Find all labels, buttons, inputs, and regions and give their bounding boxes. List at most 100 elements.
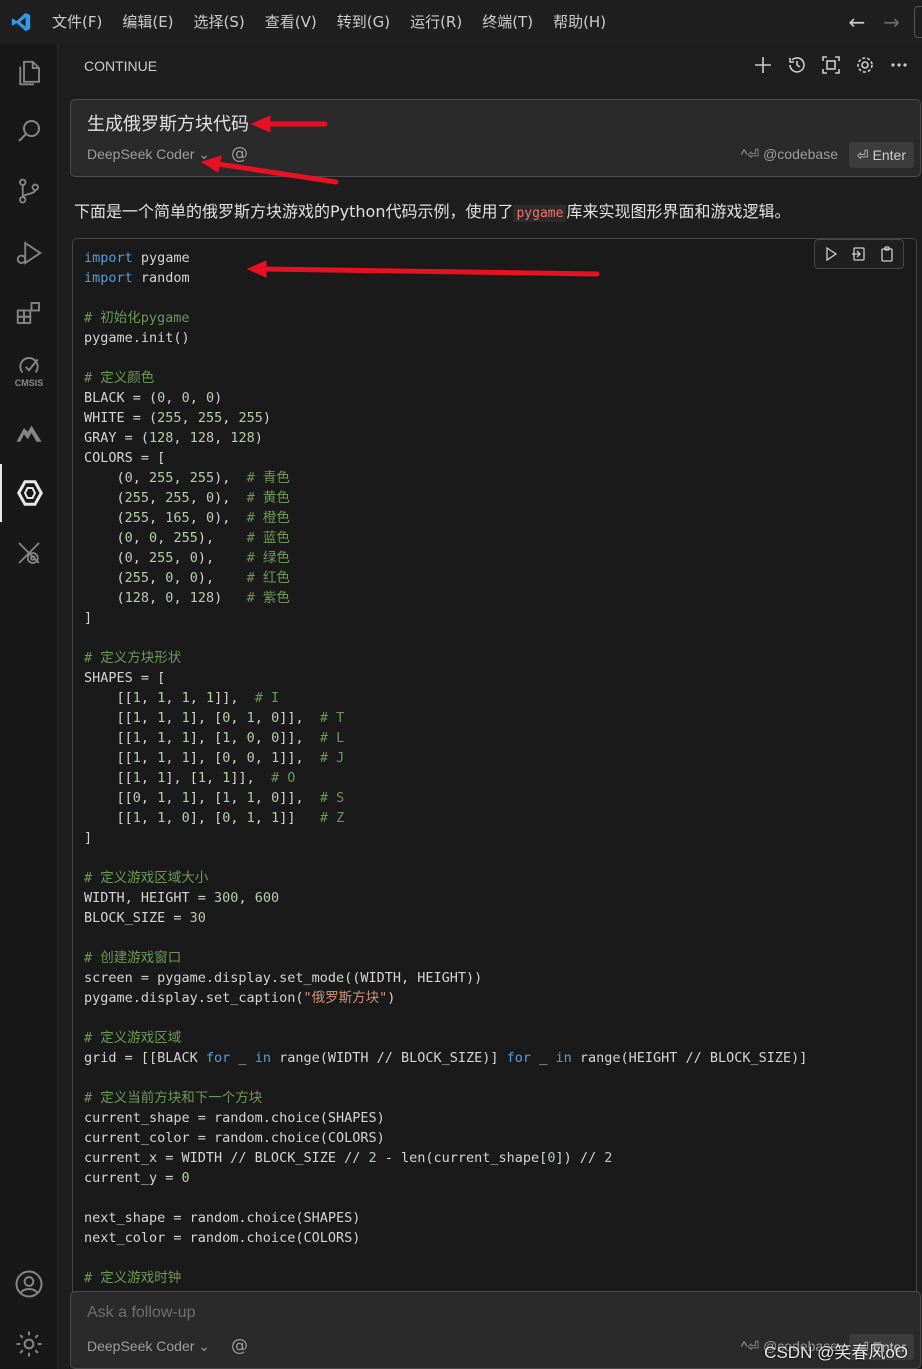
code-line: ​ <box>84 1248 807 1268</box>
fullscreen-icon[interactable] <box>818 52 844 78</box>
codebase-hint[interactable]: ^⏎ @codebase <box>741 146 838 163</box>
code-line: (0, 255, 0), # 绿色 <box>84 550 290 566</box>
code-line: COLORS = [ <box>84 450 166 466</box>
code-line: BLACK = (0, 0, 0) <box>84 390 223 406</box>
code-line: # 定义当前方块和下一个方块 <box>84 1090 263 1106</box>
menu-file[interactable]: 文件(F) <box>42 0 112 44</box>
menu-go[interactable]: 转到(G) <box>327 0 400 44</box>
code-line: screen = pygame.display.set_mode((WIDTH,… <box>84 970 483 986</box>
code-line: (255, 165, 0), # 橙色 <box>84 510 290 526</box>
code-line: [[1, 1, 1], [0, 1, 0]], # T <box>84 710 345 726</box>
answer-intro: 下面是一个简单的俄罗斯方块游戏的Python代码示例，使用了 pygame 库来实现… <box>74 198 790 222</box>
code-line: # 定义游戏区域 <box>84 1030 182 1046</box>
watermark: CSDN @笑春风oO <box>764 1343 908 1362</box>
followup-input[interactable]: Ask a follow-up <box>87 1304 196 1322</box>
extensions-icon[interactable] <box>0 284 58 342</box>
command-center-edge[interactable] <box>914 6 922 38</box>
code-line: ] <box>84 830 93 846</box>
cmsis-label: CMSIS <box>14 378 44 388</box>
code-line: [[1, 1, 1], [1, 0, 0]], # L <box>84 730 345 746</box>
history-icon[interactable] <box>784 52 810 78</box>
more-icon[interactable] <box>886 52 912 78</box>
code-line: ​ <box>84 1008 807 1028</box>
followup-model-select[interactable]: DeepSeek Coder ⌄ <box>87 1338 210 1355</box>
code-line: [[1, 1, 1], [0, 0, 1]], # J <box>84 750 345 766</box>
code-line: ] <box>84 610 93 626</box>
menu-terminal[interactable]: 终端(T) <box>472 0 543 44</box>
source-control-icon[interactable] <box>0 162 58 220</box>
menu-edit[interactable]: 编辑(E) <box>112 0 183 44</box>
forward-arrow-icon[interactable]: → <box>883 10 900 34</box>
code-line: # 定义方块形状 <box>84 650 182 666</box>
code-line: current_y = 0 <box>84 1170 190 1186</box>
remote-explorer-icon[interactable] <box>0 524 58 582</box>
code-line: # 定义游戏时钟 <box>84 1270 182 1286</box>
code-line: # 定义颜色 <box>84 370 155 386</box>
code-line: BLOCK_SIZE = 30 <box>84 910 206 926</box>
code-line: SHAPES = [ <box>84 670 166 686</box>
menu-view[interactable]: 查看(V) <box>255 0 327 44</box>
code-line: pygame.display.set_caption("俄罗斯方块") <box>84 990 396 1006</box>
code-line: current_x = WIDTH // BLOCK_SIZE // 2 - l… <box>84 1150 613 1166</box>
copy-icon[interactable] <box>875 242 899 266</box>
menu-help[interactable]: 帮助(H) <box>543 0 616 44</box>
explorer-icon[interactable] <box>0 44 58 102</box>
code-line: next_shape = random.choice(SHAPES) <box>84 1210 361 1226</box>
panel-actions <box>750 52 912 78</box>
model-select[interactable]: DeepSeek Coder ⌄ <box>87 146 210 163</box>
panel-header: CONTINUE <box>59 44 922 88</box>
code-line: ​ <box>84 848 807 868</box>
code-line: # 定义游戏区域大小 <box>84 870 209 886</box>
menu-run[interactable]: 运行(R) <box>400 0 472 44</box>
code-line: grid = [[BLACK for _ in range(WIDTH // B… <box>84 1050 808 1066</box>
followup-at-mention-icon[interactable]: @ <box>231 1336 248 1356</box>
manage-gear-icon[interactable] <box>0 1315 58 1369</box>
code-line: (0, 0, 255), # 蓝色 <box>84 530 290 546</box>
enter-button[interactable]: ⏎ Enter <box>848 142 914 168</box>
code-line: WIDTH, HEIGHT = 300, 600 <box>84 890 280 906</box>
answer-intro-text: 下面是一个简单的俄罗斯方块游戏的Python代码示例，使用了 <box>74 202 514 221</box>
code-line: WHITE = (255, 255, 255) <box>84 410 271 426</box>
continue-icon[interactable] <box>0 464 58 522</box>
cmsis-icon[interactable]: CMSIS <box>0 342 58 400</box>
code-line: ​ <box>84 348 807 368</box>
code-line: GRAY = (128, 128, 128) <box>84 430 263 446</box>
code-line: [[1, 1], [1, 1]], # O <box>84 770 296 786</box>
code-line: (255, 255, 0), # 黄色 <box>84 490 290 506</box>
platformio-icon[interactable] <box>0 404 58 462</box>
code-line: current_shape = random.choice(SHAPES) <box>84 1110 385 1126</box>
back-arrow-icon[interactable]: ← <box>848 10 865 34</box>
user-prompt-text: 生成俄罗斯方块代码 <box>87 114 249 135</box>
inline-code: pygame <box>513 205 567 222</box>
code-toolbar <box>814 239 904 269</box>
code-line: # 创建游戏窗口 <box>84 950 182 966</box>
chevron-down-icon: ⌄ <box>198 1338 211 1354</box>
code-line: ​ <box>84 288 807 308</box>
insert-at-cursor-icon[interactable] <box>847 242 871 266</box>
code-line: (128, 0, 128) # 紫色 <box>84 590 290 606</box>
code-line: next_color = random.choice(COLORS) <box>84 1230 361 1246</box>
code-line: [[0, 1, 1], [1, 1, 0]], # S <box>84 790 345 806</box>
panel-title: CONTINUE <box>84 58 158 74</box>
continue-panel: CONTINUE 生成俄罗斯方块代码 DeepSeek Coder ⌄ @ ^⏎… <box>59 44 922 1369</box>
nav-arrows: ← → <box>848 0 900 44</box>
user-prompt-box[interactable]: 生成俄罗斯方块代码 DeepSeek Coder ⌄ @ ^⏎ @codebas… <box>70 99 921 177</box>
answer-intro-tail: 库来实现图形界面和游戏逻辑。 <box>566 202 791 221</box>
account-icon[interactable] <box>0 1255 58 1313</box>
plus-icon[interactable] <box>750 52 776 78</box>
code-line: ​ <box>84 928 807 948</box>
code-content[interactable]: import pygame import random ​ # 初始化pygame py… <box>84 248 807 1288</box>
search-icon[interactable] <box>0 102 58 160</box>
menu-bar: 文件(F) 编辑(E) 选择(S) 查看(V) 转到(G) 运行(R) 终端(T… <box>42 0 616 44</box>
run-code-icon[interactable] <box>819 242 843 266</box>
code-line: current_color = random.choice(COLORS) <box>84 1130 385 1146</box>
code-line: ​ <box>84 628 807 648</box>
vscode-logo-icon <box>0 0 42 44</box>
run-debug-icon[interactable] <box>0 224 58 282</box>
code-line: ​ <box>84 1068 807 1088</box>
menu-selection[interactable]: 选择(S) <box>184 0 255 44</box>
at-mention-icon[interactable]: @ <box>231 144 248 164</box>
code-line: ​ <box>84 1188 807 1208</box>
gear-icon[interactable] <box>852 52 878 78</box>
code-line: [[1, 1, 0], [0, 1, 1]] # Z <box>84 810 345 826</box>
